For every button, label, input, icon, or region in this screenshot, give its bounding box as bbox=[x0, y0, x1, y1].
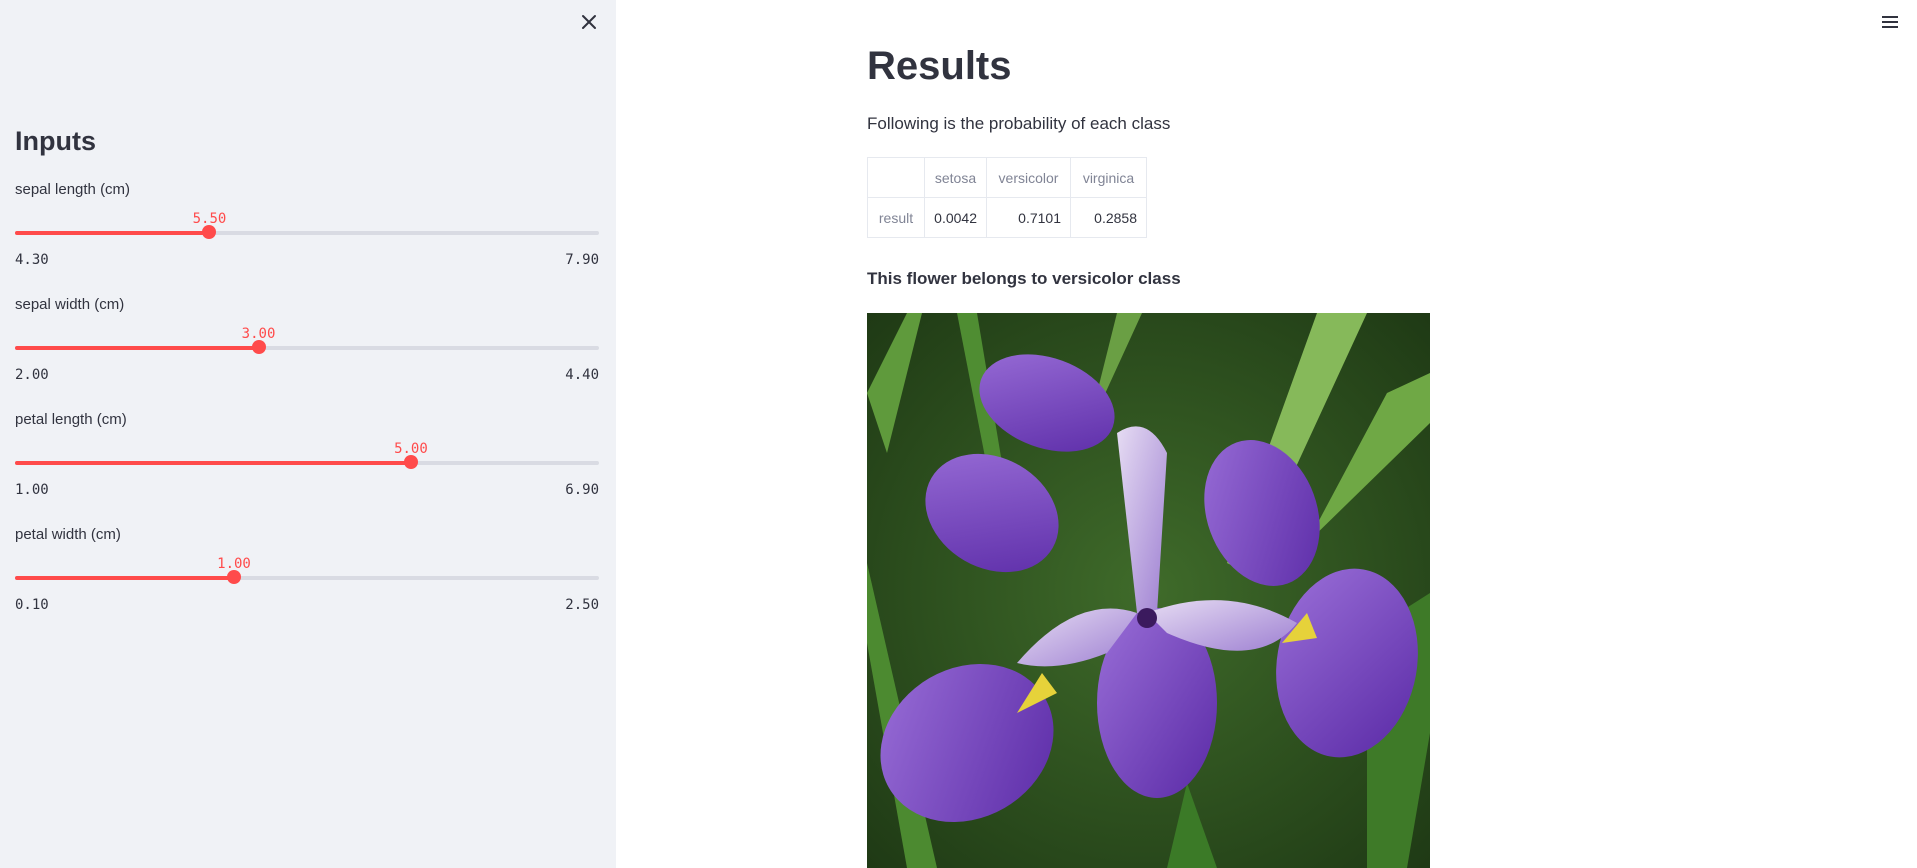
slider-min: 4.30 bbox=[15, 252, 49, 268]
slider-label: petal width (cm) bbox=[15, 526, 121, 543]
slider-max: 2.50 bbox=[565, 597, 599, 613]
slider-fill bbox=[15, 461, 411, 465]
slider-fill bbox=[15, 346, 259, 350]
slider-petal-width[interactable]: petal width (cm) 1.00 0.10 2.50 bbox=[15, 526, 599, 638]
slider-max: 4.40 bbox=[565, 367, 599, 383]
slider-track[interactable] bbox=[15, 231, 599, 235]
slider-thumb[interactable] bbox=[227, 570, 241, 584]
slider-label: petal length (cm) bbox=[15, 411, 127, 428]
slider-thumb[interactable] bbox=[202, 225, 217, 239]
slider-max: 6.90 bbox=[565, 482, 599, 498]
hamburger-menu-icon[interactable] bbox=[1877, 11, 1903, 33]
table-header-row: setosa versicolor virginica bbox=[867, 157, 1147, 198]
slider-sepal-length[interactable]: sepal length (cm) 5.50 4.30 7.90 bbox=[15, 181, 599, 293]
slider-thumb[interactable] bbox=[403, 455, 418, 469]
slider-fill bbox=[15, 231, 210, 235]
table-row-label: result bbox=[867, 197, 925, 238]
table-header-setosa: setosa bbox=[924, 157, 987, 198]
slider-min: 0.10 bbox=[15, 597, 49, 613]
close-icon[interactable] bbox=[577, 10, 601, 34]
table-header-versicolor: versicolor bbox=[986, 157, 1071, 198]
prediction-text: This flower belongs to versicolor class bbox=[867, 269, 1181, 288]
slider-label: sepal length (cm) bbox=[15, 181, 131, 198]
slider-min: 2.00 bbox=[15, 367, 49, 383]
slider-petal-length[interactable]: petal length (cm) 5.00 1.00 6.90 bbox=[15, 411, 599, 523]
slider-track[interactable] bbox=[15, 576, 599, 580]
sidebar-title: Inputs bbox=[15, 126, 96, 156]
slider-fill bbox=[15, 576, 234, 580]
slider-track[interactable] bbox=[15, 461, 599, 465]
table-row: result 0.0042 0.7101 0.2858 bbox=[867, 197, 1147, 238]
table-header-index bbox=[867, 157, 925, 198]
probability-table: setosa versicolor virginica result 0.004… bbox=[867, 157, 1147, 238]
slider-max: 7.90 bbox=[565, 252, 599, 268]
table-cell-versicolor: 0.7101 bbox=[986, 197, 1071, 238]
app: Inputs sepal length (cm) 5.50 4.30 7.90 … bbox=[0, 0, 1917, 868]
page-caption: Following is the probability of each cla… bbox=[867, 114, 1171, 133]
iris-flower-image bbox=[867, 313, 1430, 868]
table-header-virginica: virginica bbox=[1070, 157, 1147, 198]
table-cell-virginica: 0.2858 bbox=[1070, 197, 1147, 238]
slider-track[interactable] bbox=[15, 346, 599, 350]
slider-sepal-width[interactable]: sepal width (cm) 3.00 2.00 4.40 bbox=[15, 296, 599, 408]
slider-label: sepal width (cm) bbox=[15, 296, 125, 313]
page-title: Results bbox=[867, 44, 1012, 88]
sidebar: Inputs sepal length (cm) 5.50 4.30 7.90 … bbox=[0, 0, 616, 868]
slider-thumb[interactable] bbox=[251, 340, 266, 354]
table-cell-setosa: 0.0042 bbox=[924, 197, 987, 238]
slider-min: 1.00 bbox=[15, 482, 49, 498]
